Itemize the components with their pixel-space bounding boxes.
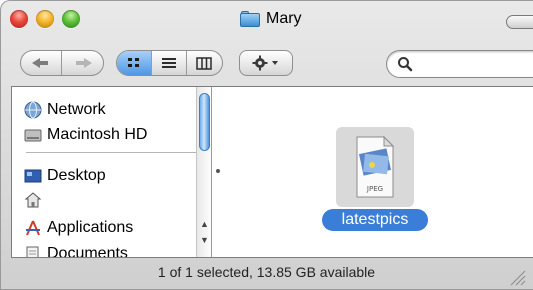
- action-menu-button[interactable]: [239, 50, 293, 76]
- sidebar-item-label: Desktop: [47, 167, 106, 184]
- finder-content: Network Macintosh HD Desktop Application…: [11, 86, 533, 258]
- toolbar: [0, 38, 533, 84]
- sidebar-item-desktop[interactable]: Desktop: [24, 165, 106, 187]
- scroll-down-arrow[interactable]: ▼: [198, 233, 211, 247]
- desktop-icon: [24, 167, 42, 185]
- sidebar-item-label: Documents: [47, 245, 128, 257]
- zoom-button[interactable]: [62, 10, 80, 28]
- view-mode-control: [116, 50, 223, 76]
- action-menu-content: [240, 51, 292, 75]
- forward-icon: [75, 58, 92, 68]
- scrollbar-thumb[interactable]: [199, 93, 210, 151]
- status-bar: 1 of 1 selected, 13.85 GB available: [0, 258, 533, 290]
- window-title: Mary: [240, 9, 302, 29]
- forward-button[interactable]: [62, 51, 103, 75]
- folder-icon: [240, 11, 260, 27]
- sidebar-item-macintosh-hd[interactable]: Macintosh HD: [24, 124, 147, 146]
- file-name-label[interactable]: latestpics: [322, 209, 428, 231]
- selected-icon-highlight: JPEG: [336, 127, 414, 207]
- resize-grip-icon[interactable]: [508, 268, 526, 286]
- network-globe-icon: [24, 101, 42, 119]
- search-icon: [398, 57, 413, 72]
- toolbar-toggle-button[interactable]: [506, 15, 533, 29]
- sidebar-scrollbar[interactable]: ▲ ▼: [196, 87, 211, 257]
- jpeg-file-icon: JPEG: [356, 135, 395, 198]
- back-icon: [32, 58, 48, 68]
- gear-icon: [252, 55, 278, 71]
- title-bar: Mary: [0, 0, 533, 38]
- sidebar: Network Macintosh HD Desktop Application…: [12, 87, 212, 257]
- sidebar-item-home[interactable]: [24, 189, 47, 211]
- sidebar-divider: [26, 152, 206, 153]
- column-view-button[interactable]: [187, 51, 222, 75]
- scroll-up-arrow[interactable]: ▲: [198, 217, 211, 231]
- sidebar-item-network[interactable]: Network: [24, 99, 106, 121]
- list-view-button[interactable]: [152, 51, 187, 75]
- icon-view-icon: [127, 58, 139, 67]
- sidebar-item-documents[interactable]: Documents: [24, 243, 128, 257]
- sidebar-item-label: Macintosh HD: [47, 126, 148, 143]
- window-title-text: Mary: [266, 10, 302, 27]
- sidebar-item-label: Applications: [47, 219, 134, 236]
- hard-drive-icon: [24, 126, 42, 144]
- search-field[interactable]: [386, 50, 533, 78]
- file-item[interactable]: JPEG latestpics: [314, 123, 444, 235]
- column-view-icon: [196, 56, 213, 70]
- home-icon: [24, 191, 42, 209]
- minimize-button[interactable]: [36, 10, 54, 28]
- applications-icon: [24, 219, 42, 237]
- status-text: 1 of 1 selected, 13.85 GB available: [157, 264, 376, 280]
- documents-icon: [24, 245, 42, 257]
- back-button[interactable]: [21, 51, 62, 75]
- file-type-badge: JPEG: [366, 185, 383, 193]
- finder-window: Mary Network Macintosh HD Desktop Applic…: [0, 0, 533, 290]
- list-view-icon: [161, 58, 176, 68]
- back-forward-control: [20, 50, 104, 76]
- sidebar-splitter-handle[interactable]: [216, 169, 220, 173]
- sidebar-item-applications[interactable]: Applications: [24, 217, 133, 239]
- close-button[interactable]: [10, 10, 28, 28]
- sidebar-item-label: Network: [47, 101, 106, 118]
- icon-view-button[interactable]: [117, 51, 152, 75]
